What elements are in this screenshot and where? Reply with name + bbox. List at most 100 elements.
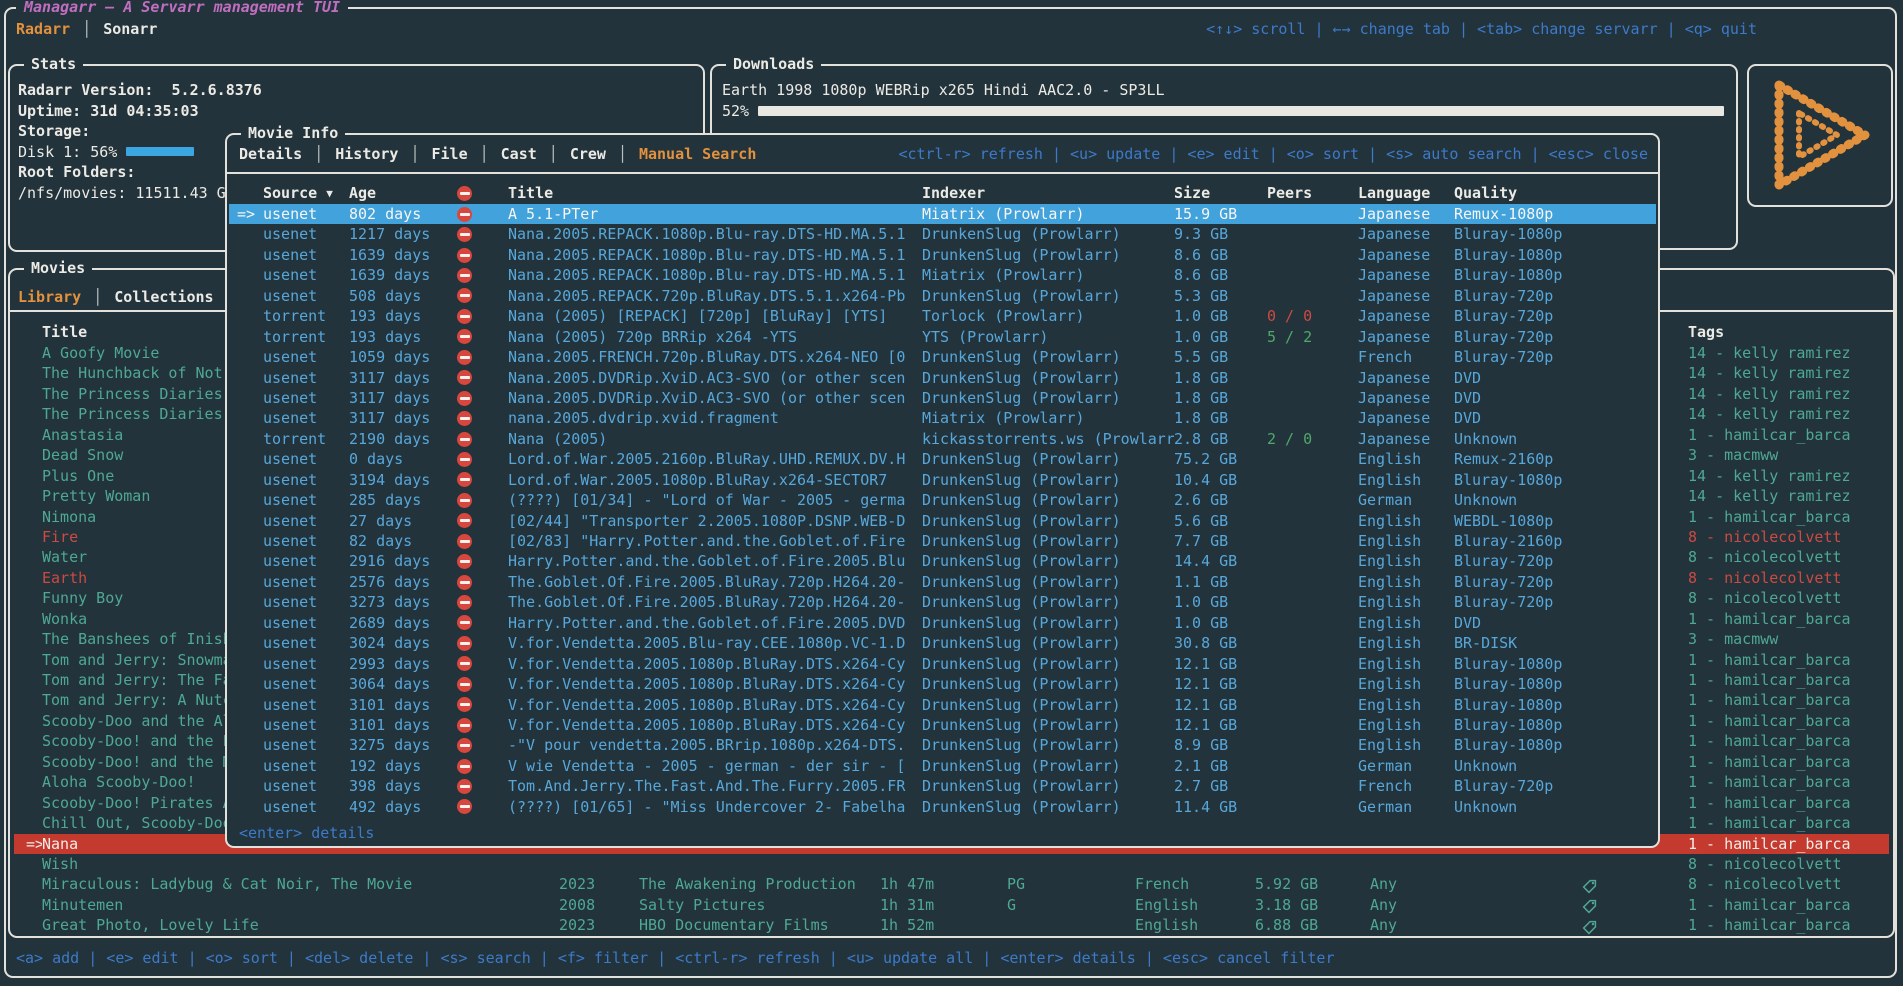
movie-tags: 1 - hamilcar_barca bbox=[1658, 609, 1889, 629]
servarr-tab[interactable]: Sonarr bbox=[70, 19, 157, 40]
search-result-row[interactable]: usenet 3117 days Nana.2005.DVDRip.XviD.A… bbox=[229, 388, 1656, 408]
result-indexer: DrunkenSlug (Prowlarr) bbox=[922, 654, 1174, 674]
header-age[interactable]: Age bbox=[349, 183, 457, 203]
result-title: Nana.2005.DVDRip.XviD.AC3-SVO (or other … bbox=[508, 368, 922, 388]
search-result-row[interactable]: usenet 3101 days V.for.Vendetta.2005.108… bbox=[229, 695, 1656, 715]
search-result-row[interactable]: usenet 27 days [02/44] "Transporter 2.20… bbox=[229, 511, 1656, 531]
search-result-row[interactable]: torrent 193 days Nana (2005) 720p BRRip … bbox=[229, 327, 1656, 347]
search-result-row[interactable]: usenet 3064 days V.for.Vendetta.2005.108… bbox=[229, 674, 1656, 694]
result-source: usenet bbox=[263, 633, 349, 653]
movie-year: 2023 bbox=[559, 915, 639, 935]
result-language: English bbox=[1358, 715, 1454, 735]
header-source[interactable]: Source ▼ bbox=[263, 183, 349, 203]
result-age: 3064 days bbox=[349, 674, 457, 694]
search-result-row[interactable]: usenet 2576 days The.Goblet.Of.Fire.2005… bbox=[229, 572, 1656, 592]
search-result-row[interactable]: usenet 508 days Nana.2005.REPACK.720p.Bl… bbox=[229, 286, 1656, 306]
movie-row[interactable]: Wish 8 - nicolecolvett bbox=[14, 854, 1889, 874]
result-peers bbox=[1267, 286, 1358, 306]
header-indexer[interactable]: Indexer bbox=[922, 183, 1174, 203]
modal-tab[interactable]: Details bbox=[239, 144, 302, 165]
result-quality: Bluray-2160p bbox=[1454, 531, 1656, 551]
modal-tab[interactable]: Manual Search bbox=[606, 144, 756, 165]
result-age: 1059 days bbox=[349, 347, 457, 367]
header-rejected[interactable] bbox=[457, 183, 508, 203]
search-result-row[interactable]: usenet 0 days Lord.of.War.2005.2160p.Blu… bbox=[229, 449, 1656, 469]
selection-marker bbox=[14, 670, 42, 690]
result-quality: Remux-2160p bbox=[1454, 449, 1656, 469]
movie-row[interactable]: Great Photo, Lovely Life 2023 HBO Docume… bbox=[14, 915, 1889, 935]
result-peers bbox=[1267, 592, 1358, 612]
search-result-row[interactable]: usenet 192 days V wie Vendetta - 2005 - … bbox=[229, 756, 1656, 776]
result-indexer: DrunkenSlug (Prowlarr) bbox=[922, 245, 1174, 265]
selection-marker bbox=[229, 490, 263, 510]
search-result-row[interactable]: usenet 3275 days -"V pour vendetta.2005.… bbox=[229, 735, 1656, 755]
result-title: V.for.Vendetta.2005.1080p.BluRay.DTS.x26… bbox=[508, 674, 922, 694]
search-result-row[interactable]: usenet 1059 days Nana.2005.FRENCH.720p.B… bbox=[229, 347, 1656, 367]
movie-language bbox=[1135, 854, 1255, 874]
selection-marker: => bbox=[14, 834, 42, 854]
search-result-row[interactable]: usenet 3273 days The.Goblet.Of.Fire.2005… bbox=[229, 592, 1656, 612]
search-result-row[interactable]: usenet 2916 days Harry.Potter.and.the.Go… bbox=[229, 551, 1656, 571]
movie-size: 5.92 GB bbox=[1255, 874, 1370, 894]
header-title[interactable]: Title bbox=[508, 183, 922, 203]
search-result-row[interactable]: torrent 193 days Nana (2005) [REPACK] [7… bbox=[229, 306, 1656, 326]
modal-tab[interactable]: File bbox=[398, 144, 467, 165]
movies-tab[interactable]: Library bbox=[18, 287, 81, 308]
movie-size bbox=[1255, 854, 1370, 874]
servarr-tab[interactable]: Radarr bbox=[16, 19, 70, 40]
result-quality: Bluray-720p bbox=[1454, 572, 1656, 592]
modal-tab[interactable]: Cast bbox=[468, 144, 537, 165]
rejected-icon bbox=[457, 227, 472, 242]
stats-uptime-line: Uptime: 31d 04:35:03 bbox=[18, 101, 695, 122]
search-result-row[interactable]: usenet 3024 days V.for.Vendetta.2005.Blu… bbox=[229, 633, 1656, 653]
header-quality[interactable]: Quality bbox=[1454, 183, 1656, 203]
header-language[interactable]: Language bbox=[1358, 183, 1454, 203]
selection-marker: => bbox=[229, 204, 263, 224]
result-title: Harry.Potter.and.the.Goblet.of.Fire.2005… bbox=[508, 551, 922, 571]
selection-marker bbox=[14, 793, 42, 813]
search-result-row[interactable]: usenet 3194 days Lord.of.War.2005.1080p.… bbox=[229, 470, 1656, 490]
movie-row[interactable]: Miraculous: Ladybug & Cat Noir, The Movi… bbox=[14, 874, 1889, 894]
header-size[interactable]: Size bbox=[1174, 183, 1267, 203]
modal-tab[interactable]: Crew bbox=[537, 144, 606, 165]
monitored-tag-icon bbox=[1582, 920, 1597, 935]
movie-rating: PG bbox=[1007, 874, 1135, 894]
search-result-row[interactable]: usenet 2689 days Harry.Potter.and.the.Go… bbox=[229, 613, 1656, 633]
result-indexer: DrunkenSlug (Prowlarr) bbox=[922, 592, 1174, 612]
result-quality: Bluray-720p bbox=[1454, 592, 1656, 612]
result-quality: Bluray-1080p bbox=[1454, 245, 1656, 265]
search-result-row[interactable]: usenet 492 days (????) [01/65] - "Miss U… bbox=[229, 797, 1656, 817]
result-language: German bbox=[1358, 756, 1454, 776]
header-peers[interactable]: Peers bbox=[1267, 183, 1358, 203]
movie-row[interactable]: Minutemen 2008 Salty Pictures 1h 31m G E… bbox=[14, 895, 1889, 915]
search-result-row[interactable]: usenet 1639 days Nana.2005.REPACK.1080p.… bbox=[229, 245, 1656, 265]
search-result-row[interactable]: usenet 1639 days Nana.2005.REPACK.1080p.… bbox=[229, 265, 1656, 285]
download-percent-label: 52% bbox=[722, 102, 749, 120]
result-size: 1.8 GB bbox=[1174, 388, 1267, 408]
movie-studio: HBO Documentary Films bbox=[639, 915, 880, 935]
search-result-row[interactable]: usenet 3117 days nana.2005.dvdrip.xvid.f… bbox=[229, 408, 1656, 428]
search-result-row[interactable]: usenet 82 days [02/83] "Harry.Potter.and… bbox=[229, 531, 1656, 551]
search-result-row[interactable]: usenet 3101 days V.for.Vendetta.2005.108… bbox=[229, 715, 1656, 735]
movies-tab[interactable]: Collections bbox=[81, 287, 234, 308]
search-result-row[interactable]: usenet 3117 days Nana.2005.DVDRip.XviD.A… bbox=[229, 368, 1656, 388]
movie-studio: Salty Pictures bbox=[639, 895, 880, 915]
search-result-row[interactable]: usenet 285 days (????) [01/34] - "Lord o… bbox=[229, 490, 1656, 510]
search-result-row[interactable]: usenet 1217 days Nana.2005.REPACK.1080p.… bbox=[229, 224, 1656, 244]
result-age: 1639 days bbox=[349, 265, 457, 285]
result-age: 802 days bbox=[349, 204, 457, 224]
search-result-row[interactable]: usenet 398 days Tom.And.Jerry.The.Fast.A… bbox=[229, 776, 1656, 796]
search-result-row[interactable]: => usenet 802 days A 5.1-PTer Miatrix (P… bbox=[229, 204, 1656, 224]
result-source: usenet bbox=[263, 224, 349, 244]
result-indexer: DrunkenSlug (Prowlarr) bbox=[922, 490, 1174, 510]
search-result-row[interactable]: torrent 2190 days Nana (2005) kickasstor… bbox=[229, 429, 1656, 449]
result-language: Japanese bbox=[1358, 204, 1454, 224]
search-result-row[interactable]: usenet 2993 days V.for.Vendetta.2005.108… bbox=[229, 654, 1656, 674]
movie-studio: The Awakening Production bbox=[639, 874, 880, 894]
result-size: 1.0 GB bbox=[1174, 613, 1267, 633]
rejected-icon bbox=[457, 554, 472, 569]
result-title: Nana.2005.REPACK.1080p.Blu-ray.DTS-HD.MA… bbox=[508, 265, 922, 285]
selection-marker bbox=[14, 752, 42, 772]
result-peers bbox=[1267, 408, 1358, 428]
modal-tab[interactable]: History bbox=[302, 144, 398, 165]
